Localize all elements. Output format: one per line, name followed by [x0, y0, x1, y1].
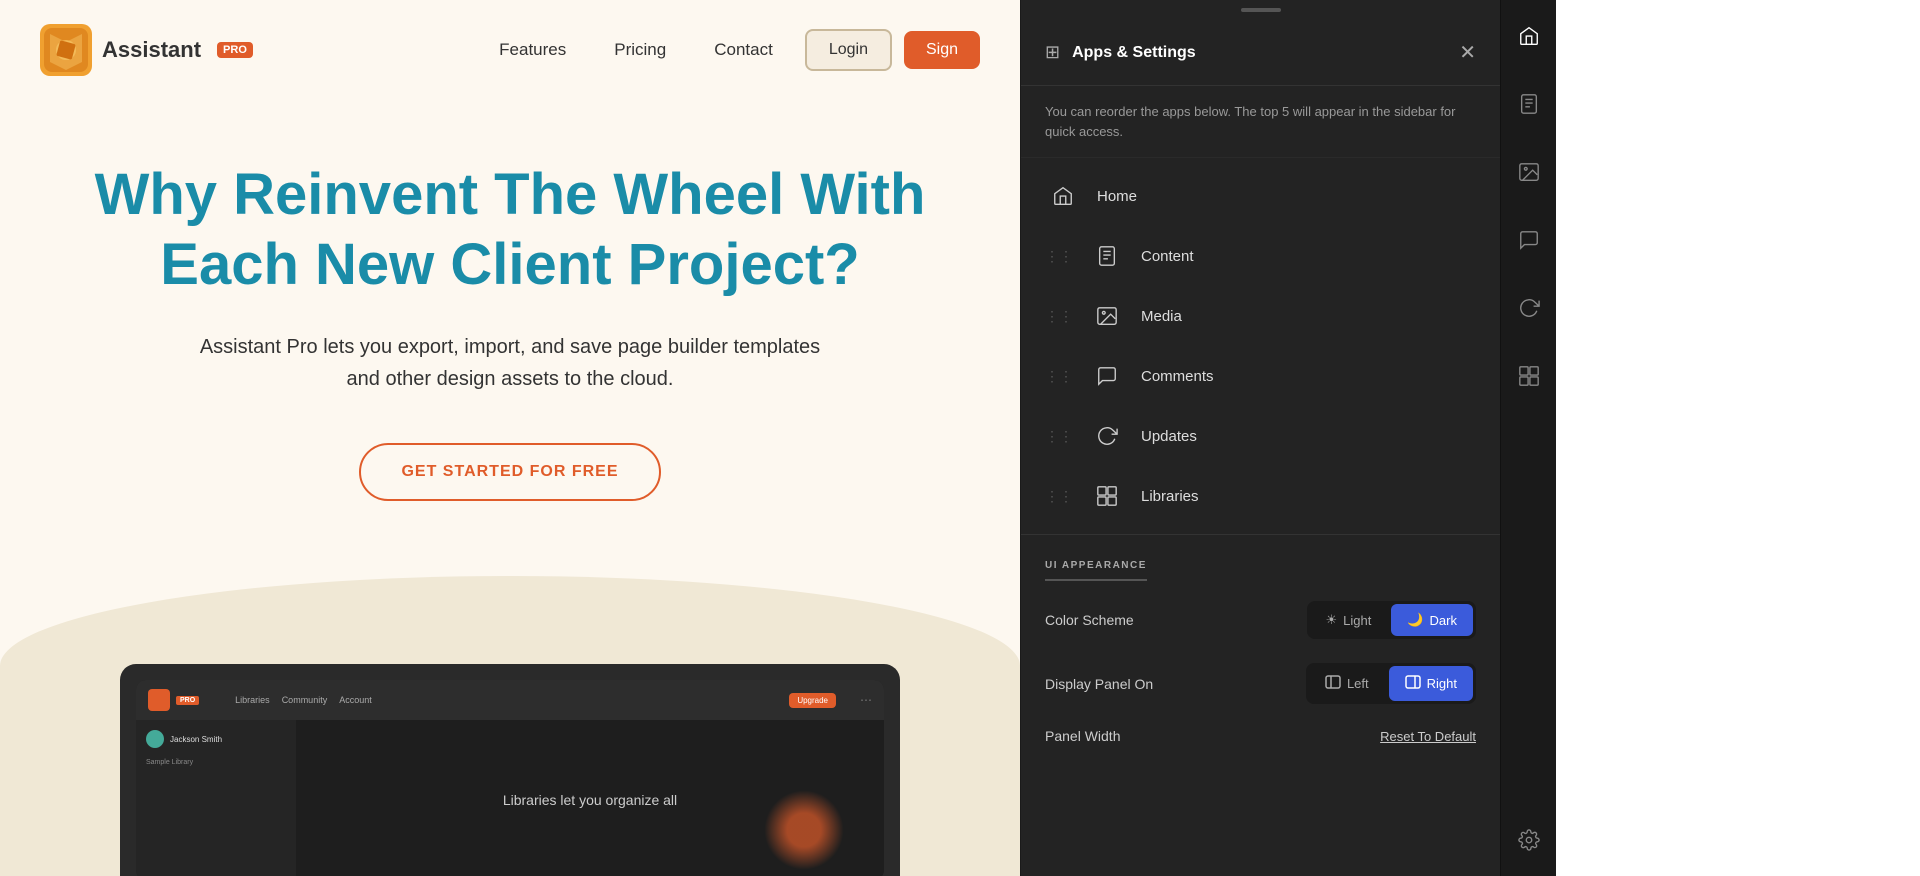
- app-item-content[interactable]: ⋮⋮ Content: [1021, 226, 1500, 286]
- login-button[interactable]: Login: [805, 29, 892, 71]
- panel-description: You can reorder the apps below. The top …: [1021, 86, 1500, 158]
- sidebar-settings-icon[interactable]: [1509, 820, 1549, 860]
- preview-content: Libraries let you organize all: [296, 720, 884, 876]
- updates-icon: [1089, 418, 1125, 454]
- dark-mode-button[interactable]: 🌙 Dark: [1391, 604, 1473, 636]
- preview-navbar: PRO Libraries Community Account Upgrade …: [136, 680, 884, 720]
- hero-subtitle: Assistant Pro lets you export, import, a…: [190, 331, 830, 395]
- app-name-home: Home: [1097, 188, 1476, 205]
- app-item-libraries[interactable]: ⋮⋮ Libraries: [1021, 466, 1500, 526]
- panel-right-icon: [1405, 674, 1421, 693]
- media-icon: [1089, 298, 1125, 334]
- sidebar-media-icon[interactable]: [1509, 152, 1549, 192]
- app-item-comments[interactable]: ⋮⋮ Comments: [1021, 346, 1500, 406]
- display-panel-toggle: Left Right: [1306, 663, 1476, 704]
- preview-illustration: [764, 790, 844, 870]
- drag-handle-updates: ⋮⋮: [1045, 428, 1073, 445]
- preview-library-item: Sample Library: [146, 756, 286, 769]
- product-preview: PRO Libraries Community Account Upgrade …: [120, 664, 900, 876]
- logo-pro-badge: PRO: [217, 42, 253, 58]
- drag-handle-libraries: ⋮⋮: [1045, 488, 1073, 505]
- preview-link-account: Account: [339, 695, 372, 705]
- preview-avatar: [146, 730, 164, 748]
- sidebar-updates-icon[interactable]: [1509, 288, 1549, 328]
- nav-features[interactable]: Features: [499, 40, 566, 60]
- scroll-indicator: [1241, 8, 1281, 12]
- panel-right-button[interactable]: Right: [1389, 666, 1473, 701]
- sidebar-libraries-icon[interactable]: [1509, 356, 1549, 396]
- preview-badge: PRO: [176, 696, 199, 705]
- nav-pricing[interactable]: Pricing: [614, 40, 666, 60]
- ui-appearance-label: UI APPEARANCE: [1045, 560, 1147, 581]
- drag-handle-comments: ⋮⋮: [1045, 368, 1073, 385]
- ui-appearance-section: UI APPEARANCE Color Scheme ☀ Light 🌙 Dar…: [1021, 534, 1500, 788]
- app-name-updates: Updates: [1141, 428, 1476, 445]
- preview-links: Libraries Community Account: [235, 695, 372, 705]
- far-right-sidebar: [1500, 0, 1556, 876]
- panel-left-icon: [1325, 674, 1341, 693]
- preview-link-libraries: Libraries: [235, 695, 270, 705]
- home-icon: [1045, 178, 1081, 214]
- logo-text: Assistant: [102, 37, 201, 63]
- panel-title: Apps & Settings: [1072, 44, 1447, 62]
- app-name-libraries: Libraries: [1141, 488, 1476, 505]
- display-panel-row: Display Panel On Left: [1045, 663, 1476, 704]
- drag-handle-media: ⋮⋮: [1045, 308, 1073, 325]
- sidebar-comments-icon[interactable]: [1509, 220, 1549, 260]
- app-name-content: Content: [1141, 248, 1476, 265]
- app-item-updates[interactable]: ⋮⋮ Updates: [1021, 406, 1500, 466]
- app-name-comments: Comments: [1141, 368, 1476, 385]
- comments-icon: [1089, 358, 1125, 394]
- preview-body: Jackson Smith Sample Library Libraries l…: [136, 720, 884, 876]
- logo-area: Assistant PRO: [40, 24, 253, 76]
- app-item-home[interactable]: Home: [1021, 166, 1500, 226]
- website-preview: Assistant PRO Features Pricing Contact L…: [0, 0, 1020, 876]
- panel-header: ⊞ Apps & Settings ✕: [1021, 20, 1500, 86]
- hero-section: Why Reinvent The Wheel With Each New Cli…: [0, 100, 1020, 541]
- panel-width-row: Panel Width Reset To Default: [1045, 728, 1476, 744]
- color-scheme-label: Color Scheme: [1045, 612, 1307, 628]
- preview-sidebar: Jackson Smith Sample Library: [136, 720, 296, 876]
- light-mode-button[interactable]: ☀ Light: [1310, 604, 1388, 636]
- apps-list: Home ⋮⋮ Content ⋮⋮ Media: [1021, 158, 1500, 534]
- preview-inner: PRO Libraries Community Account Upgrade …: [136, 680, 884, 876]
- color-scheme-row: Color Scheme ☀ Light 🌙 Dark: [1045, 601, 1476, 639]
- display-panel-label: Display Panel On: [1045, 676, 1306, 692]
- sidebar-home-icon[interactable]: [1509, 16, 1549, 56]
- preview-upgrade-btn: Upgrade: [789, 693, 836, 708]
- apps-grid-icon: ⊞: [1045, 42, 1060, 63]
- preview-logo-icon: [148, 689, 170, 711]
- panel-close-button[interactable]: ✕: [1459, 40, 1476, 65]
- hero-title: Why Reinvent The Wheel With Each New Cli…: [40, 160, 980, 299]
- app-item-media[interactable]: ⋮⋮ Media: [1021, 286, 1500, 346]
- preview-link-community: Community: [282, 695, 328, 705]
- panel-width-label: Panel Width: [1045, 728, 1380, 744]
- preview-user: Jackson Smith: [146, 730, 286, 748]
- preview-content-text: Libraries let you organize all: [503, 792, 677, 808]
- libraries-icon: [1089, 478, 1125, 514]
- color-scheme-toggle: ☀ Light 🌙 Dark: [1307, 601, 1477, 639]
- sun-icon: ☀: [1326, 612, 1338, 628]
- reset-to-default-button[interactable]: Reset To Default: [1380, 729, 1476, 744]
- panel-left-button[interactable]: Left: [1309, 666, 1385, 701]
- signup-button[interactable]: Sign: [904, 31, 980, 69]
- settings-panel: ⊞ Apps & Settings ✕ You can reorder the …: [1020, 0, 1500, 876]
- content-icon: [1089, 238, 1125, 274]
- drag-handle-content: ⋮⋮: [1045, 248, 1073, 265]
- navbar: Assistant PRO Features Pricing Contact L…: [0, 0, 1020, 100]
- moon-icon: 🌙: [1407, 612, 1423, 628]
- app-name-media: Media: [1141, 308, 1476, 325]
- nav-links: Features Pricing Contact: [499, 40, 773, 60]
- preview-logo: PRO: [148, 689, 199, 711]
- sidebar-content-icon[interactable]: [1509, 84, 1549, 124]
- logo-icon: [40, 24, 92, 76]
- hero-cta-button[interactable]: GET STARTED FOR FREE: [359, 443, 660, 501]
- preview-username: Jackson Smith: [170, 735, 222, 744]
- nav-contact[interactable]: Contact: [714, 40, 773, 60]
